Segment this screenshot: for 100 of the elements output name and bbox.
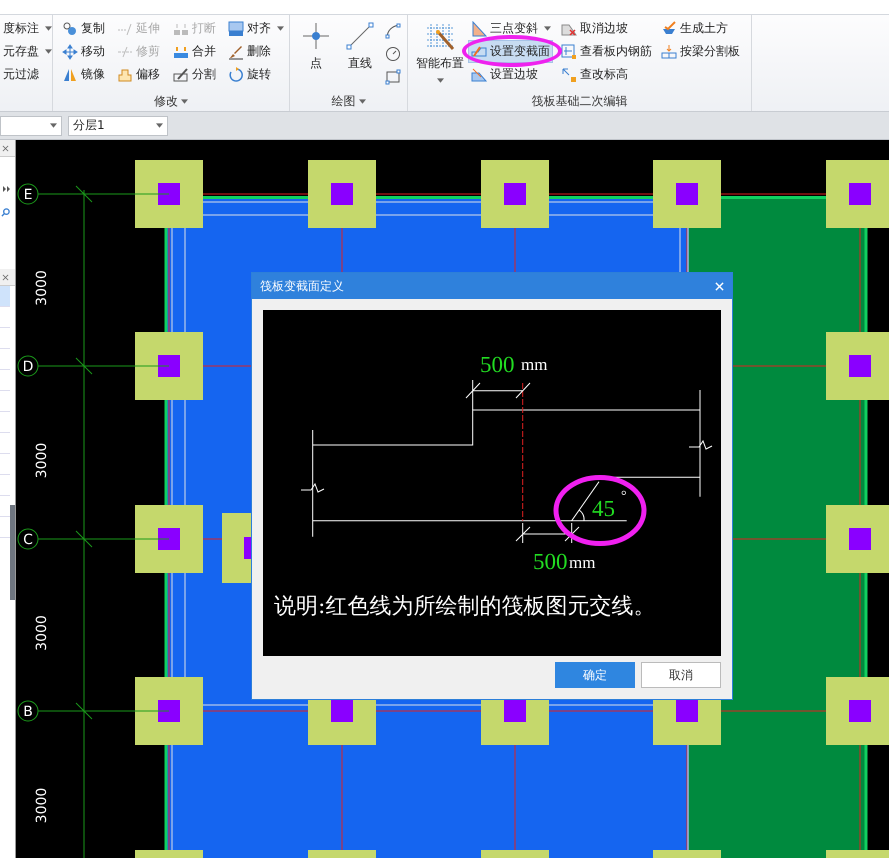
tool-button[interactable]: 取消边坡: [558, 17, 631, 40]
offset-icon: [117, 66, 133, 82]
dimension-unit: mm: [521, 355, 548, 374]
column-block: [849, 528, 871, 550]
column-block: [158, 528, 180, 550]
column-block: [331, 183, 353, 205]
column-block: [504, 700, 526, 722]
bowl-icon: [661, 20, 677, 36]
axis-bubble: [18, 184, 38, 204]
tool-button[interactable]: 三点变斜: [468, 17, 554, 40]
search-icon[interactable]: [1, 208, 10, 217]
footing-pad: [308, 850, 376, 858]
layer-dropdown[interactable]: 分层1: [68, 116, 168, 136]
double-chevron-icon[interactable]: [3, 185, 11, 193]
brush-icon: [228, 44, 244, 60]
group-menu-button[interactable]: 绘图: [330, 92, 368, 110]
caret-icon: [277, 26, 284, 31]
axis-label: E: [24, 187, 32, 203]
axis-bubble: [18, 528, 38, 550]
dimension-text: 3000: [34, 442, 50, 478]
caret-icon: [50, 123, 57, 128]
large-tool-button[interactable]: 点: [294, 17, 338, 89]
column-block: [504, 183, 526, 205]
tool-button[interactable]: 度标注: [0, 17, 55, 40]
caret-icon: [181, 98, 188, 104]
point-icon: [301, 21, 331, 51]
tool-button[interactable]: 设置边坡: [468, 63, 541, 86]
cancel-button[interactable]: 取消: [641, 662, 721, 688]
tool-button[interactable]: 镜像: [59, 63, 108, 86]
dimension-value: 500: [533, 549, 568, 574]
tool-button[interactable]: 元过滤: [0, 63, 42, 86]
dimension-value: 500: [480, 352, 514, 377]
close-icon[interactable]: [2, 274, 9, 280]
column-block: [158, 183, 180, 205]
copy-icon: [62, 20, 78, 36]
footing-pad: [653, 850, 721, 858]
tool-button[interactable]: 生成土方: [658, 17, 731, 40]
tool-button[interactable]: 分割: [170, 63, 219, 86]
split-icon: [173, 66, 189, 82]
caret-icon: [358, 98, 366, 104]
dimension-text: 3000: [34, 615, 50, 651]
column-block: [158, 355, 180, 377]
triangle-icon: [471, 20, 487, 36]
arc-icon: [385, 22, 401, 38]
tool-button[interactable]: 旋转: [225, 63, 274, 86]
section-icon: [471, 44, 487, 60]
tool-button[interactable]: 查看板内钢筋: [558, 40, 655, 63]
grid-wand-icon: [425, 21, 455, 51]
close-icon[interactable]: [2, 144, 9, 152]
axis-bubble: [18, 356, 38, 376]
list-row[interactable]: [0, 286, 10, 307]
caret-icon: [156, 123, 163, 128]
tool-button[interactable]: 偏移: [114, 63, 163, 86]
rectangle-icon: [385, 68, 401, 84]
footing-pad: [481, 850, 549, 858]
group-menu-button[interactable]: 修改: [152, 92, 190, 110]
tool-button[interactable]: 按梁分割板: [658, 40, 743, 63]
dimension-unit: mm: [569, 553, 596, 572]
footing-pad: [653, 160, 721, 228]
footing-pad: [308, 160, 376, 228]
group-label: 筏板基础二次编辑: [532, 92, 628, 110]
footing-pad: [481, 160, 549, 228]
footing-pad: [135, 850, 203, 858]
caret-icon: [544, 26, 551, 31]
tool-button[interactable]: 查改标高: [558, 63, 631, 86]
axis-label: C: [23, 532, 33, 548]
tool-button[interactable]: 合并: [170, 40, 219, 63]
large-tool-button[interactable]: 直线: [338, 17, 382, 89]
tool-button[interactable]: 设置变截面: [468, 40, 553, 63]
mirror-icon: [62, 66, 78, 82]
confirm-button[interactable]: 确定: [555, 662, 635, 688]
grid-square-icon: [561, 44, 577, 60]
diagram-note: 说明:红色线为所绘制的筏板图元交线。: [274, 594, 656, 619]
split-board-icon: [661, 44, 677, 60]
splitter-handle[interactable]: [10, 505, 15, 600]
large-tool-button[interactable]: 智能布置: [412, 17, 468, 89]
angle-value: 45: [592, 496, 615, 521]
caret-icon: [436, 78, 444, 83]
caret-icon: [45, 49, 52, 54]
tool-button[interactable]: 元存盘: [0, 40, 55, 63]
layer-dropdown[interactable]: [0, 116, 62, 136]
axis-label: B: [23, 704, 33, 720]
column-block: [849, 355, 871, 377]
rotate-icon: [228, 66, 244, 82]
column-block: [331, 700, 353, 722]
tool-button[interactable]: 删除: [225, 40, 274, 63]
dimension-text: 3000: [34, 788, 50, 824]
tool-button[interactable]: 复制: [59, 17, 108, 40]
footing-pad: [826, 850, 889, 858]
column-block: [676, 183, 698, 205]
column-block: [849, 700, 871, 722]
slope-icon: [471, 66, 487, 82]
axis-bubble: [18, 700, 38, 722]
dialog-title: 筏板变截面定义: [260, 278, 344, 294]
column-block: [676, 700, 698, 722]
tool-button[interactable]: 对齐: [225, 17, 287, 40]
tool-button[interactable]: 移动: [59, 40, 108, 63]
column-block: [849, 183, 871, 205]
angle-unit: °: [621, 489, 627, 504]
move-icon: [62, 44, 78, 60]
